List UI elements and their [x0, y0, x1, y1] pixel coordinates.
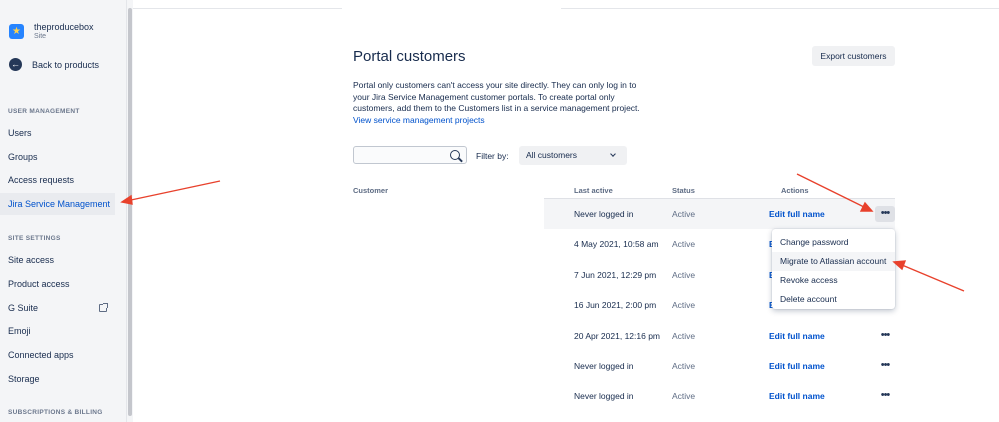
external-link-icon	[99, 303, 108, 312]
sidebar-item-site-access[interactable]: Site access	[0, 249, 115, 271]
last-active-cell: 4 May 2021, 10:58 am	[574, 239, 659, 249]
filter-label: Filter by:	[476, 151, 509, 161]
back-label: Back to products	[32, 59, 100, 70]
sidebar-scrollbar[interactable]	[126, 0, 133, 422]
sidebar-item-g-suite[interactable]: G Suite	[0, 297, 115, 319]
app-root: ★ theproducebox Site ← Back to products …	[0, 0, 999, 422]
last-active-cell: Never logged in	[574, 391, 634, 401]
sidebar: ★ theproducebox Site ← Back to products …	[0, 0, 126, 422]
more-icon[interactable]: •••	[875, 328, 895, 344]
site-text: theproducebox Site	[34, 22, 94, 41]
sidebar-item-storage[interactable]: Storage	[0, 368, 115, 390]
menu-item-change-password[interactable]: Change password	[772, 233, 895, 252]
table-row: 20 Apr 2021, 12:16 pm Active Edit full n…	[544, 321, 895, 351]
scrollbar-thumb[interactable]	[128, 8, 132, 416]
back-to-products-link[interactable]: ← Back to products	[9, 58, 99, 71]
edit-full-name-link[interactable]: Edit full name	[769, 381, 825, 411]
table-row: Never logged in Active Edit full name ••…	[544, 199, 895, 229]
top-divider	[561, 8, 999, 9]
site-name: theproducebox	[34, 22, 94, 32]
sidebar-item-emoji[interactable]: Emoji	[0, 320, 115, 342]
last-active-cell: 7 Jun 2021, 12:29 pm	[574, 270, 657, 280]
status-cell: Active	[672, 209, 696, 219]
filter-select[interactable]: All customers	[519, 146, 627, 165]
last-active-cell: 16 Jun 2021, 2:00 pm	[574, 300, 657, 310]
search-input[interactable]	[353, 146, 467, 164]
actions-dropdown-menu: Change password Migrate to Atlassian acc…	[772, 229, 895, 309]
sidebar-item-jira-service-management[interactable]: Jira Service Management	[0, 193, 115, 215]
status-cell: Active	[672, 300, 696, 310]
top-divider	[133, 8, 342, 9]
column-header-status: Status	[672, 186, 695, 195]
edit-full-name-link[interactable]: Edit full name	[769, 199, 825, 229]
status-cell: Active	[672, 331, 696, 341]
sidebar-item-groups[interactable]: Groups	[0, 146, 115, 168]
table-row: Never logged in Active Edit full name ••…	[544, 381, 895, 411]
site-header[interactable]: ★ theproducebox Site	[9, 22, 94, 41]
last-active-cell: Never logged in	[574, 361, 634, 371]
annotation-arrow	[130, 180, 221, 201]
section-site-settings: SITE SETTINGS	[8, 235, 61, 242]
table-row: Never logged in Active Edit full name ••…	[544, 351, 895, 381]
edit-full-name-link[interactable]: Edit full name	[769, 351, 825, 381]
status-cell: Active	[672, 361, 696, 371]
column-header-customer: Customer	[353, 186, 389, 195]
column-header-actions: Actions	[781, 186, 809, 195]
sidebar-item-users[interactable]: Users	[0, 122, 115, 144]
annotation-arrowhead	[892, 260, 907, 271]
page-description: Portal only customers can't access your …	[353, 80, 640, 113]
export-customers-button[interactable]: Export customers	[812, 46, 895, 66]
page-title: Portal customers	[353, 48, 466, 65]
site-type: Site	[34, 33, 47, 40]
annotation-arrow	[901, 264, 965, 292]
status-cell: Active	[672, 270, 696, 280]
filter-value: All customers	[526, 150, 578, 160]
star-logo-icon: ★	[9, 24, 24, 39]
menu-item-migrate-to-atlassian-account[interactable]: Migrate to Atlassian account	[772, 252, 895, 271]
status-cell: Active	[672, 391, 696, 401]
last-active-cell: 20 Apr 2021, 12:16 pm	[574, 331, 661, 341]
more-icon[interactable]: •••	[875, 206, 895, 222]
search-icon[interactable]	[450, 150, 460, 160]
sidebar-item-product-access[interactable]: Product access	[0, 273, 115, 295]
sidebar-item-connected-apps[interactable]: Connected apps	[0, 344, 115, 366]
last-active-cell: Never logged in	[574, 209, 634, 219]
menu-item-revoke-access[interactable]: Revoke access	[772, 271, 895, 290]
column-header-last-active: Last active	[574, 186, 613, 195]
status-cell: Active	[672, 239, 696, 249]
chevron-down-icon	[610, 151, 616, 157]
more-icon[interactable]: •••	[875, 388, 895, 404]
sidebar-item-g-suite-label: G Suite	[8, 303, 39, 313]
menu-item-delete-account[interactable]: Delete account	[772, 290, 895, 309]
arrow-left-icon: ←	[9, 58, 22, 71]
section-subscriptions-billing: SUBSCRIPTIONS & BILLING	[8, 409, 103, 416]
view-projects-link[interactable]: View service management projects	[353, 115, 485, 125]
more-icon[interactable]: •••	[875, 358, 895, 374]
section-user-management: USER MANAGEMENT	[8, 108, 80, 115]
sidebar-item-access-requests[interactable]: Access requests	[0, 169, 115, 191]
edit-full-name-link[interactable]: Edit full name	[769, 321, 825, 351]
